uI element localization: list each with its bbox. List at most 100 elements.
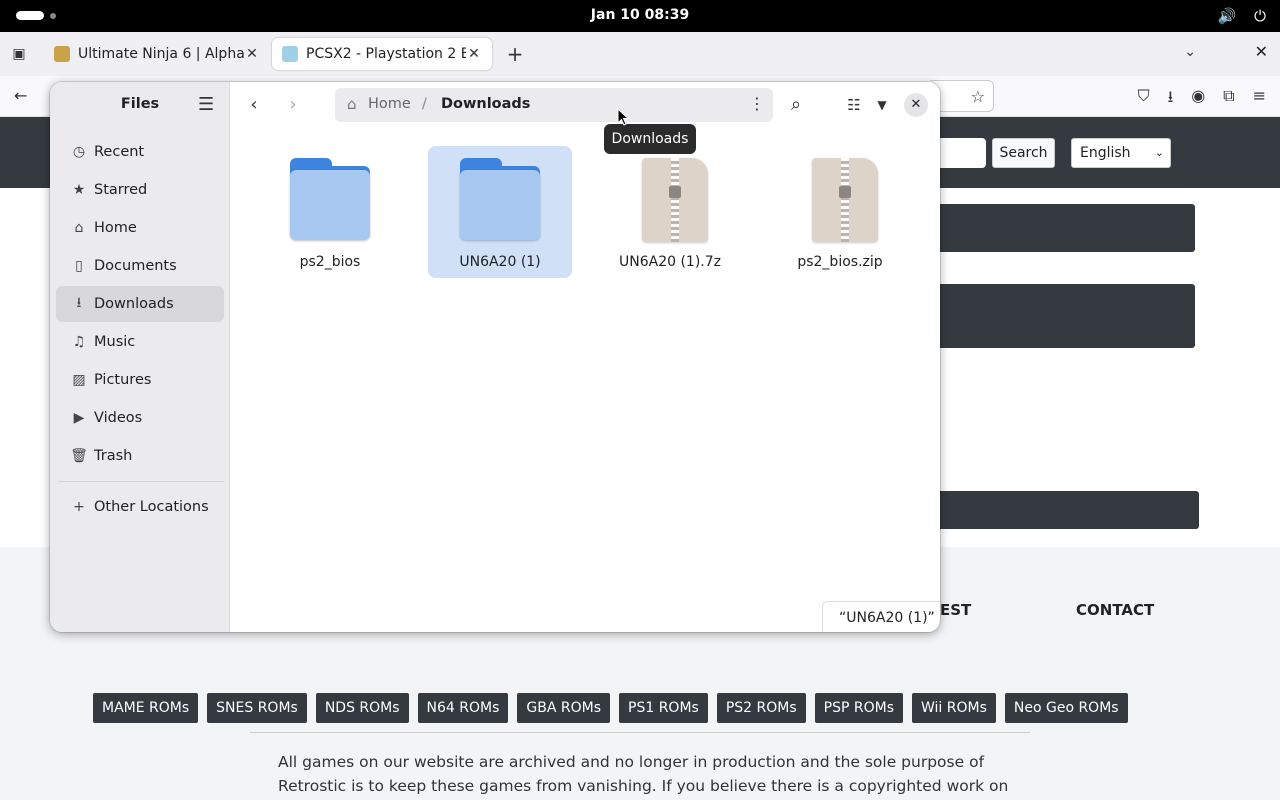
rom-link[interactable]: PSP ROMs: [814, 693, 903, 723]
extensions-icon[interactable]: ⧉: [1223, 86, 1234, 113]
zipper-pull: [839, 186, 851, 198]
clock-icon: ◷: [72, 144, 86, 160]
picture-icon: ▨: [72, 372, 86, 388]
path-separator: /: [422, 96, 427, 112]
rom-link[interactable]: N64 ROMs: [417, 693, 509, 723]
files-window: Files ☰ ◷ Recent ★ Starred ⌂ Home ▯ Docu…: [50, 82, 940, 632]
path-bar: ⌂ Home / Downloads ⋮: [335, 88, 773, 122]
bookmark-star-icon[interactable]: ☆: [971, 87, 985, 106]
footer-nav-contact[interactable]: CONTACT: [1076, 601, 1154, 619]
tooltip: Downloads: [604, 124, 696, 154]
video-icon: ▶: [73, 410, 85, 426]
back-arrow-icon[interactable]: ←: [14, 86, 27, 105]
sidebar-item-other-locations[interactable]: + Other Locations: [56, 489, 224, 525]
view-options-dropdown-icon[interactable]: ▼: [866, 92, 898, 118]
sidebar-item-label: Pictures: [94, 372, 152, 388]
sidebar-item-label: Starred: [94, 182, 148, 198]
plus-icon: +: [73, 499, 85, 515]
path-current[interactable]: Downloads: [441, 96, 530, 112]
chevron-down-icon[interactable]: ⌄: [1184, 44, 1196, 60]
sidebar-item-home[interactable]: ⌂ Home: [56, 210, 224, 246]
sidebar-item-label: Documents: [94, 258, 177, 274]
music-icon: ♫: [72, 334, 86, 350]
new-tab-plus-icon[interactable]: +: [504, 43, 526, 65]
content-bar[interactable]: [920, 204, 1195, 252]
file-item-archive[interactable]: ps2_bios.zip: [768, 146, 912, 278]
zipper: [671, 158, 679, 242]
home-icon: ⌂: [347, 95, 357, 113]
folder-front: [460, 170, 540, 240]
rom-link[interactable]: PS1 ROMs: [619, 693, 708, 723]
download-icon: ⭳: [76, 295, 82, 311]
file-name: UN6A20 (1).7z: [618, 254, 721, 270]
rom-link[interactable]: NDS ROMs: [315, 693, 409, 723]
rom-link[interactable]: Neo Geo ROMs: [1004, 693, 1128, 723]
sidebar-item-videos[interactable]: ▶ Videos: [56, 400, 224, 436]
footer-nav-latest[interactable]: EST: [940, 601, 971, 619]
browser-tab-bar: ▣ Ultimate Ninja 6 | Alpha 2 ✕ PCSX2 - P…: [0, 32, 1280, 76]
close-window-icon[interactable]: ✕: [1255, 42, 1268, 61]
power-icon[interactable]: ⏻: [1254, 7, 1266, 25]
tab-overview-icon[interactable]: ▣: [8, 43, 30, 65]
sidebar-item-pictures[interactable]: ▨ Pictures: [56, 362, 224, 398]
rom-link[interactable]: Wii ROMs: [911, 693, 996, 723]
menu-icon[interactable]: ≡: [1253, 86, 1266, 113]
close-icon[interactable]: ✕: [904, 93, 928, 117]
forward-chevron-icon[interactable]: ›: [277, 92, 309, 118]
sidebar-item-downloads[interactable]: ⭳ Downloads: [56, 286, 224, 322]
file-item-archive[interactable]: UN6A20 (1).7z: [598, 146, 742, 278]
content-bar[interactable]: [920, 284, 1195, 348]
site-search-button[interactable]: Search: [992, 138, 1055, 168]
path-home[interactable]: Home: [368, 96, 411, 112]
rom-link[interactable]: MAME ROMs: [93, 693, 199, 723]
language-value: English: [1080, 145, 1131, 161]
files-main: ‹ › ⌂ Home / Downloads ⋮ ⌕ ☷ ▼ ✕ Downloa…: [230, 82, 940, 632]
toolbar-icons: ⛉ ⭳ ◉ ⧉ ≡: [1138, 86, 1266, 113]
system-top-bar: Jan 10 08:39 🔊 ⏻: [0, 0, 1280, 32]
language-select[interactable]: English ⌄: [1071, 138, 1171, 168]
clock[interactable]: Jan 10 08:39: [0, 7, 1280, 23]
sidebar-item-label: Home: [94, 220, 137, 236]
close-tab-icon[interactable]: ✕: [466, 46, 482, 62]
home-icon: ⌂: [74, 220, 84, 236]
file-name: ps2_bios.zip: [797, 254, 883, 270]
sidebar-item-starred[interactable]: ★ Starred: [56, 172, 224, 208]
sidebar-item-label: Videos: [94, 410, 143, 426]
sidebar-item-label: Other Locations: [94, 499, 209, 515]
file-item-folder-selected[interactable]: UN6A20 (1): [428, 146, 572, 278]
archive-icon: [630, 158, 710, 242]
sidebar-item-label: Recent: [94, 144, 145, 160]
close-tab-icon[interactable]: ✕: [244, 46, 260, 62]
rom-link[interactable]: GBA ROMs: [517, 693, 611, 723]
tab-title: PCSX2 - Playstation 2 BIOS: [306, 46, 466, 62]
rom-link[interactable]: SNES ROMs: [207, 693, 307, 723]
file-item-folder[interactable]: ps2_bios: [258, 146, 402, 278]
chevron-down-icon: ⌄: [1154, 146, 1164, 159]
file-name: ps2_bios: [299, 254, 361, 270]
pocket-icon[interactable]: ⛉: [1138, 86, 1150, 113]
sidebar-item-recent[interactable]: ◷ Recent: [56, 134, 224, 170]
more-vertical-icon[interactable]: ⋮: [749, 94, 765, 113]
favicon-icon: [54, 46, 70, 62]
back-chevron-icon[interactable]: ‹: [238, 92, 270, 118]
files-sidebar: Files ☰ ◷ Recent ★ Starred ⌂ Home ▯ Docu…: [50, 82, 230, 632]
downloads-icon[interactable]: ⭳: [1168, 86, 1174, 113]
rom-link[interactable]: PS2 ROMs: [716, 693, 806, 723]
hamburger-menu-icon[interactable]: ☰: [198, 94, 214, 115]
star-icon: ★: [72, 182, 86, 198]
zip-body: [812, 158, 878, 242]
account-icon[interactable]: ◉: [1191, 86, 1205, 113]
content-bar[interactable]: [920, 491, 1199, 529]
sidebar-item-documents[interactable]: ▯ Documents: [56, 248, 224, 284]
zipper: [841, 158, 849, 242]
sidebar-item-music[interactable]: ♫ Music: [56, 324, 224, 360]
search-icon[interactable]: ⌕: [780, 92, 812, 118]
system-tray[interactable]: 🔊 ⏻: [1217, 7, 1266, 25]
tab-ultimate-ninja[interactable]: Ultimate Ninja 6 | Alpha 2 ✕: [44, 38, 270, 70]
footer-disclaimer: All games on our website are archived an…: [278, 753, 1009, 795]
tab-pcsx2[interactable]: PCSX2 - Playstation 2 BIOS ✕: [272, 38, 492, 70]
favicon-icon: [282, 46, 298, 62]
sidebar-item-trash[interactable]: 🗑 Trash: [56, 438, 224, 474]
sidebar-item-label: Downloads: [94, 296, 174, 312]
speaker-icon[interactable]: 🔊: [1217, 7, 1236, 25]
